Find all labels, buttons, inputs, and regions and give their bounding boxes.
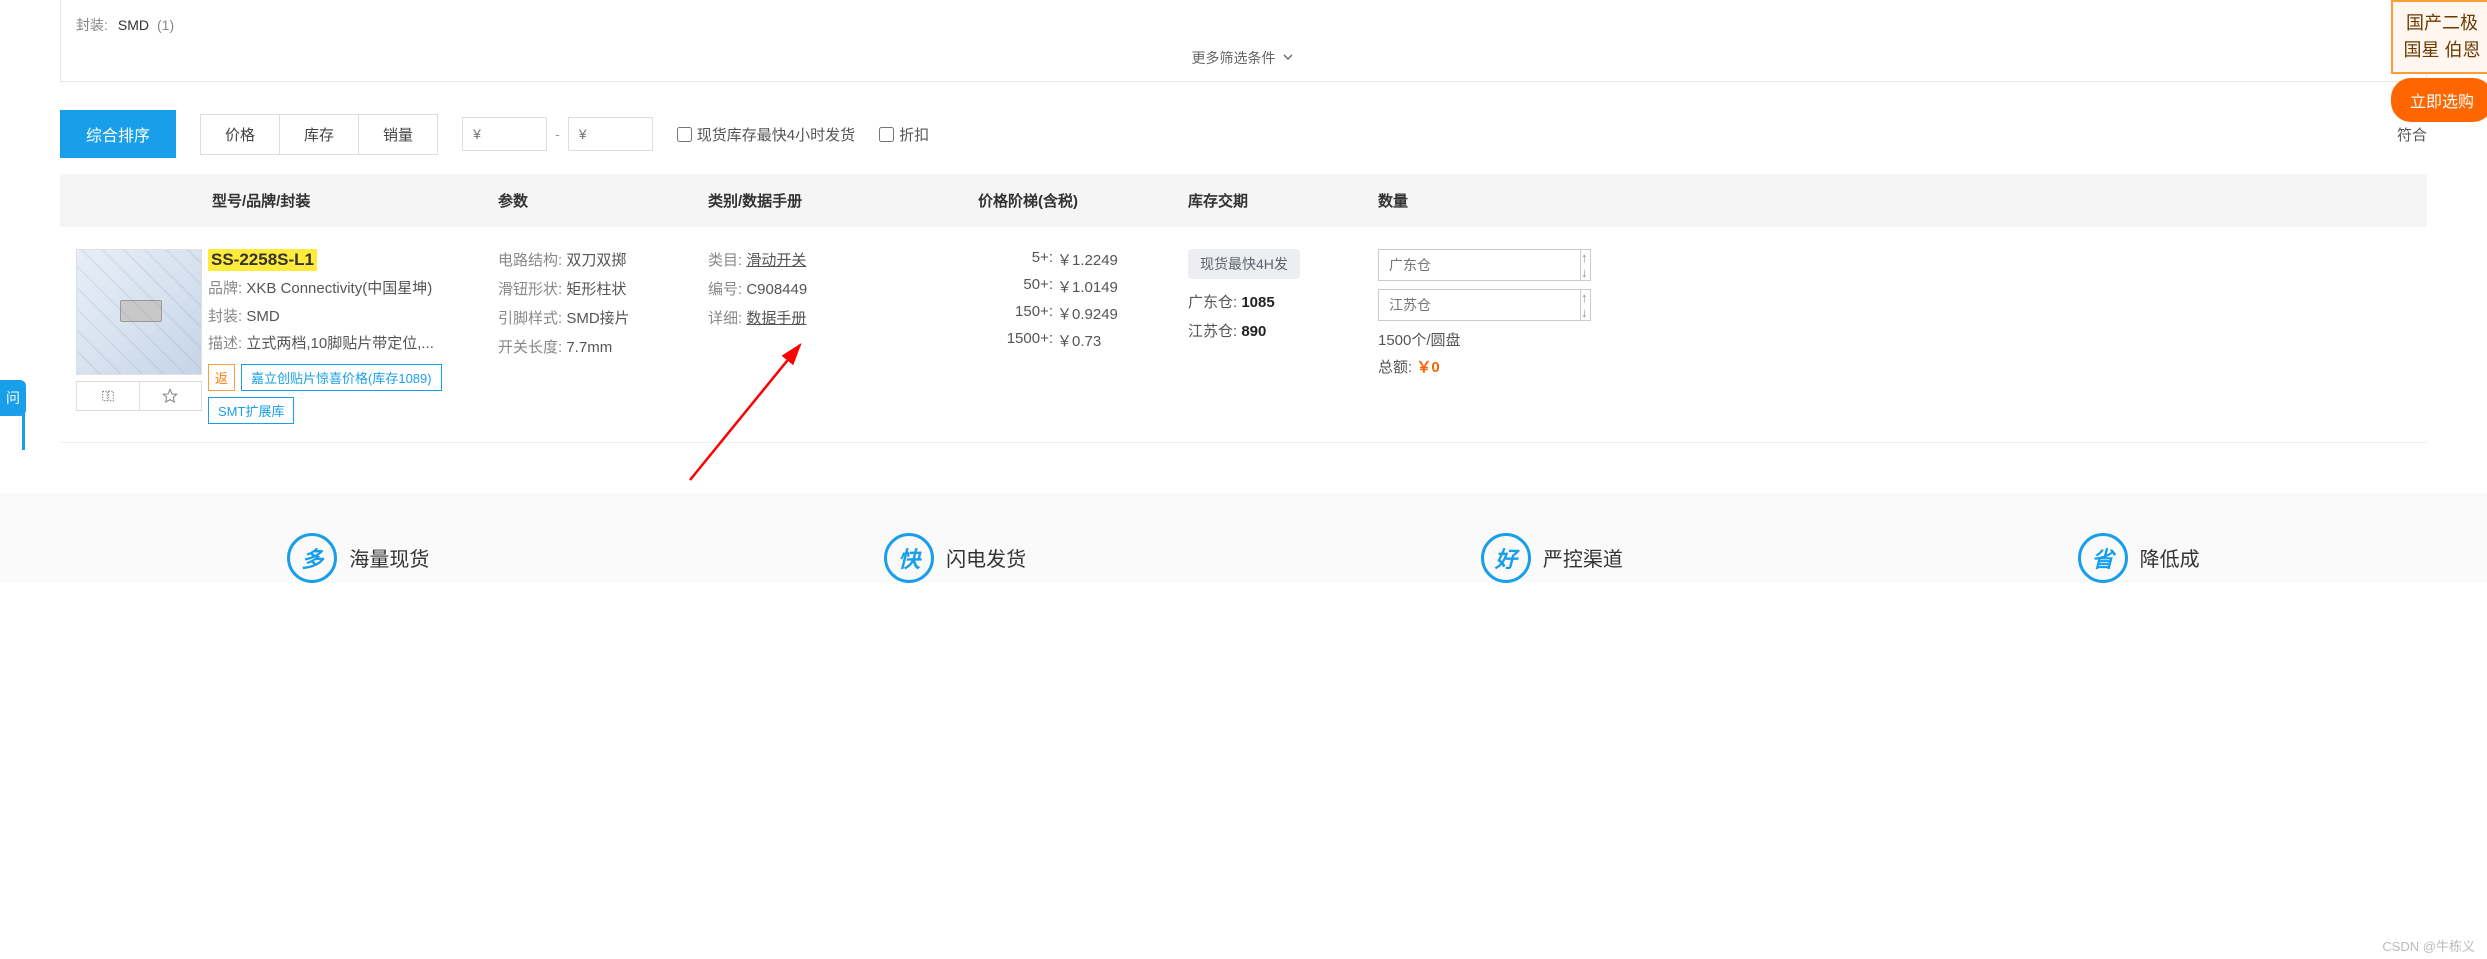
match-count-label: 符合 [2397,124,2427,145]
more-filter-toggle[interactable]: 更多筛选条件 [76,40,2411,76]
th-category: 类别/数据手册 [708,190,978,211]
feature-low-cost: 省 降低成 [2078,533,2200,583]
product-image-column [60,249,208,424]
feature-text-4: 降低成 [2140,543,2200,572]
th-stock: 库存交期 [1188,190,1378,211]
th-price: 价格阶梯(含税) [978,190,1188,211]
checkbox-stock-4h[interactable]: 现货库存最快4小时发货 [677,124,855,145]
checkbox-stock-4h-input[interactable] [677,127,692,142]
param-circuit: 电路结构: 双刀双掷 [498,249,708,270]
product-image-actions [76,381,202,411]
tag-jlc-promo[interactable]: 嘉立创贴片惊喜价格(库存1089) [241,364,442,391]
product-row: SS-2258S-L1 品牌: XKB Connectivity(中国星坤) 封… [60,227,2427,443]
qty-stepper-jiangsu[interactable]: ↑ ↓ [1581,289,1591,321]
promo-line-2: 国星 伯恩 [2399,37,2485,64]
feature-quality: 好 严控渠道 [1481,533,1623,583]
price-tier-4: 1500+:￥0.73 [978,330,1188,351]
filter-package-value[interactable]: SMD [118,17,149,33]
product-params-column: 电路结构: 双刀双掷 滑钮形状: 矩形柱状 引脚样式: SMD接片 开关长度: … [498,249,708,424]
category-detail: 详细: 数据手册 [708,307,978,328]
feature-icon-3: 好 [1481,533,1531,583]
price-range-separator: - [555,126,560,142]
price-tier-3: 150+:￥0.9249 [978,303,1188,324]
product-model-column: SS-2258S-L1 品牌: XKB Connectivity(中国星坤) 封… [208,249,498,424]
sort-bar: 综合排序 价格 库存 销量 - 现货库存最快4小时发货 折扣 符合 [60,110,2427,158]
th-qty: 数量 [1378,190,2427,211]
feature-icon-2: 快 [884,533,934,583]
tag-smt-extended[interactable]: SMT扩展库 [208,397,294,424]
sort-links-group: 价格 库存 销量 [200,114,438,155]
product-qty-column: ↑ ↓ ↑ ↓ 1500个/圆盘 总额: ￥0 [1378,249,2427,424]
product-category-column: 类目: 滑动开关 编号: C908449 详细: 数据手册 [708,249,978,424]
filter-row-package: 封装: SMD (1) [76,10,2411,40]
float-left-line [22,410,25,450]
th-params: 参数 [498,190,708,211]
param-switch-length: 开关长度: 7.7mm [498,336,708,357]
badge-4h-shipping: 现货最快4H发 [1188,249,1300,279]
promo-line-1: 国产二极 [2399,10,2485,37]
feature-icon-4: 省 [2078,533,2128,583]
datasheet-link[interactable]: 数据手册 [746,310,806,327]
chevron-down-icon [1280,49,1296,68]
param-pin-style: 引脚样式: SMD接片 [498,307,708,328]
category-code: 编号: C908449 [708,278,978,299]
help-icon: 问 [6,390,20,406]
th-model: 型号/品牌/封装 [208,190,498,211]
promo-text-box: 国产二极 国星 伯恩 [2391,0,2487,74]
feature-massive-stock: 多 海量现货 [287,533,429,583]
product-price-column: 5+:￥1.2249 50+:￥1.0149 150+:￥0.9249 1500… [978,249,1188,424]
product-stock-column: 现货最快4H发 广东仓: 1085 江苏仓: 890 [1188,249,1378,424]
param-slider-shape: 滑钮形状: 矩形柱状 [498,278,708,299]
qty-input-jiangsu[interactable] [1378,289,1581,321]
product-description: 描述: 立式两档,10脚贴片带定位,... [208,334,486,354]
product-image[interactable] [76,249,202,375]
sort-by-sales[interactable]: 销量 [359,115,437,154]
qty-picker-guangdong: ↑ ↓ [1378,249,1530,281]
table-header: 型号/品牌/封装 参数 类别/数据手册 价格阶梯(含税) 库存交期 数量 [60,174,2427,227]
checkbox-stock-4h-label: 现货库存最快4小时发货 [697,124,855,145]
more-filter-label: 更多筛选条件 [1192,48,1276,68]
checkbox-discount-label: 折扣 [899,124,929,145]
qty-stepper-guangdong[interactable]: ↑ ↓ [1581,249,1591,281]
product-package: 封装: SMD [208,307,486,327]
feature-fast-ship: 快 闪电发货 [884,533,1026,583]
checkbox-discount[interactable]: 折扣 [879,124,929,145]
filter-package-count: (1) [157,17,174,33]
compare-button[interactable] [77,382,140,410]
stock-jiangsu: 江苏仓: 890 [1188,320,1378,341]
qty-picker-jiangsu: ↑ ↓ [1378,289,1530,321]
category-type: 类目: 滑动开关 [708,249,978,270]
float-promo-box: 国产二极 国星 伯恩 立即选购 [2391,0,2487,122]
qty-input-guangdong[interactable] [1378,249,1581,281]
price-tier-1: 5+:￥1.2249 [978,249,1188,270]
filter-package-label: 封装: [76,15,108,35]
feature-text-1: 海量现货 [349,543,429,572]
feature-text-3: 严控渠道 [1543,543,1623,572]
pack-info: 1500个/圆盘 [1378,329,2427,350]
feature-text-2: 闪电发货 [946,543,1026,572]
price-range-filter: - [462,117,653,151]
product-brand: 品牌: XKB Connectivity(中国星坤) [208,279,486,299]
price-tier-2: 50+:￥1.0149 [978,276,1188,297]
sort-by-price[interactable]: 价格 [201,115,280,154]
price-max-input[interactable] [568,117,653,151]
product-tags: 返 嘉立创贴片惊喜价格(库存1089) SMT扩展库 [208,364,486,424]
product-model-link[interactable]: SS-2258S-L1 [208,249,317,271]
filter-section: 封装: SMD (1) 更多筛选条件 [60,0,2427,82]
tag-return[interactable]: 返 [208,364,235,391]
total-row: 总额: ￥0 [1378,356,2427,377]
checkbox-discount-input[interactable] [879,127,894,142]
sort-by-stock[interactable]: 库存 [280,115,359,154]
stock-guangdong: 广东仓: 1085 [1188,291,1378,312]
sort-default-button[interactable]: 综合排序 [60,110,176,158]
category-type-link[interactable]: 滑动开关 [746,252,806,269]
footer-features: 多 海量现货 快 闪电发货 好 严控渠道 省 降低成 [0,493,2487,583]
feature-icon-1: 多 [287,533,337,583]
price-min-input[interactable] [462,117,547,151]
watermark: CSDN @牛栋义 [2382,936,2475,955]
promo-buy-button[interactable]: 立即选购 [2391,78,2487,122]
favorite-button[interactable] [140,382,202,410]
